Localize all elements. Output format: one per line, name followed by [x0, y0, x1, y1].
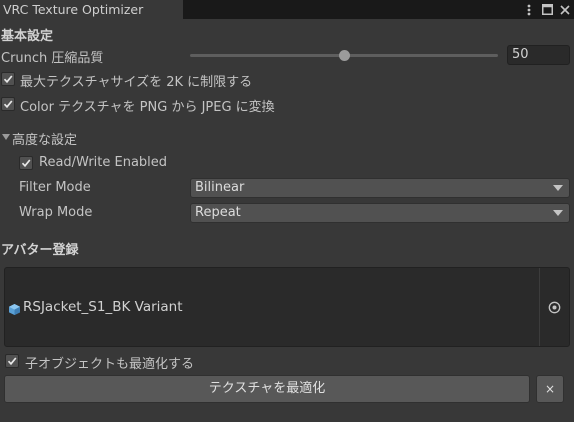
- crunch-quality-label: Crunch 圧縮品質: [1, 51, 104, 66]
- read-write-label: Read/Write Enabled: [39, 155, 168, 170]
- object-picker-icon: [548, 301, 561, 313]
- prefab-variant-icon: [8, 303, 21, 320]
- object-picker-button[interactable]: [539, 268, 569, 346]
- png-to-jpeg-label: Color テクスチャを PNG から JPEG に変換: [20, 100, 275, 115]
- dropdown-arrow-icon: [553, 210, 563, 216]
- filter-mode-value: Bilinear: [195, 180, 245, 195]
- filter-mode-label: Filter Mode: [19, 180, 91, 195]
- crunch-quality-slider-thumb[interactable]: [338, 50, 350, 61]
- avatar-object-name: RSJacket_S1_BK Variant: [23, 299, 183, 315]
- png-to-jpeg-checkbox[interactable]: [1, 97, 15, 111]
- window-buttons: [522, 0, 572, 19]
- filter-mode-dropdown[interactable]: Bilinear: [190, 178, 570, 198]
- check-icon: [3, 75, 13, 84]
- check-icon: [3, 100, 13, 109]
- dropdown-arrow-icon: [553, 185, 563, 191]
- read-write-checkbox[interactable]: [19, 156, 33, 170]
- tab-bar: VRC Texture Optimizer: [0, 0, 574, 19]
- basic-settings-heading: 基本設定: [1, 29, 54, 44]
- tab-vrc-texture-optimizer[interactable]: VRC Texture Optimizer: [0, 0, 183, 19]
- maximize-icon[interactable]: [540, 3, 554, 17]
- tab-title: VRC Texture Optimizer: [3, 2, 144, 17]
- advanced-settings-foldout[interactable]: 高度な設定: [12, 129, 77, 148]
- foldout-expanded-icon[interactable]: [2, 134, 10, 140]
- wrap-mode-dropdown[interactable]: Repeat: [190, 203, 570, 223]
- clear-button[interactable]: ×: [536, 375, 564, 403]
- avatar-object-field[interactable]: RSJacket_S1_BK Variant: [4, 267, 570, 347]
- check-icon: [7, 357, 17, 366]
- avatar-registration-heading: アバター登録: [1, 243, 79, 258]
- wrap-mode-value: Repeat: [195, 205, 241, 220]
- bottom-padding: [0, 409, 574, 422]
- wrap-mode-label: Wrap Mode: [19, 205, 93, 220]
- editor-window: VRC Texture Optimizer 基本設定 Crunch 圧縮品質 5…: [0, 0, 574, 422]
- crunch-quality-input[interactable]: 50: [507, 45, 570, 65]
- more-vert-icon[interactable]: [522, 3, 536, 17]
- optimize-textures-button[interactable]: テクスチャを最適化: [4, 375, 530, 403]
- include-children-checkbox[interactable]: [5, 354, 19, 368]
- close-icon[interactable]: [558, 3, 572, 17]
- include-children-label: 子オブジェクトも最適化する: [25, 357, 195, 372]
- check-icon: [21, 159, 31, 168]
- limit-size-checkbox[interactable]: [1, 72, 15, 86]
- limit-size-label: 最大テクスチャサイズを 2K に制限する: [20, 75, 253, 90]
